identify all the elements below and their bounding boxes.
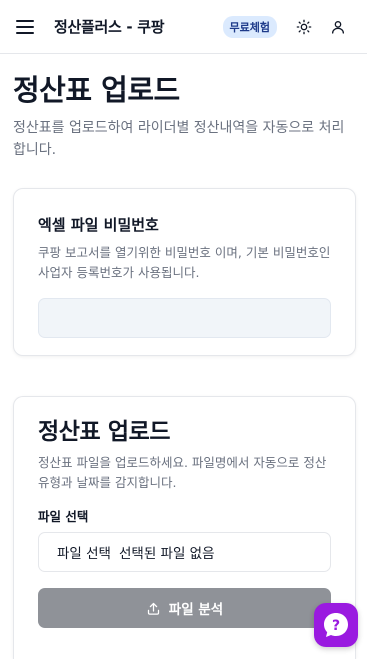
upload-icon	[147, 602, 159, 615]
file-label: 파일 선택	[38, 509, 89, 524]
file-input[interactable]: 파일 선택 선택된 파일 없음	[38, 532, 331, 572]
app-header: 정산플러스 - 쿠팡 무료체험	[0, 0, 367, 54]
user-icon[interactable]	[321, 10, 355, 44]
analyze-button[interactable]: 파일 분석	[38, 588, 331, 628]
trial-badge[interactable]: 무료체험	[222, 15, 277, 38]
upload-description: 정산표 파일을 업로드하세요. 파일명에서 자동으로 정산 유형과 날짜를 감지…	[38, 455, 327, 490]
page-description: 정산표를 업로드하여 라이더별 정산내역을 자동으로 처리합니다.	[13, 120, 345, 158]
analyze-button-label: 파일 분석	[168, 602, 224, 618]
password-heading: 엑셀 파일 비밀번호	[38, 216, 159, 234]
password-input[interactable]	[38, 298, 331, 338]
page-title: 정산표 업로드	[13, 73, 180, 107]
menu-icon[interactable]	[16, 19, 34, 34]
help-icon: ?	[324, 613, 348, 637]
upload-title: 정산표 업로드	[38, 419, 171, 445]
help-button[interactable]: ?	[314, 603, 358, 647]
sun-icon[interactable]	[287, 10, 321, 44]
app-title: 정산플러스 - 쿠팡	[54, 18, 165, 36]
header-actions: 무료체험	[222, 10, 355, 44]
upload-card: 정산표 업로드 정산표 파일을 업로드하세요. 파일명에서 자동으로 정산 유형…	[13, 396, 356, 659]
svg-text:?: ?	[332, 618, 340, 634]
password-description: 쿠팡 보고서를 열기위한 비밀번호 이며, 기본 비밀번호인 사업자 등록번호가…	[38, 245, 331, 280]
file-status: 선택된 파일 없음	[118, 546, 215, 562]
file-select-button[interactable]: 파일 선택	[57, 542, 111, 562]
password-card: 엑셀 파일 비밀번호 쿠팡 보고서를 열기위한 비밀번호 이며, 기본 비밀번호…	[13, 188, 356, 356]
